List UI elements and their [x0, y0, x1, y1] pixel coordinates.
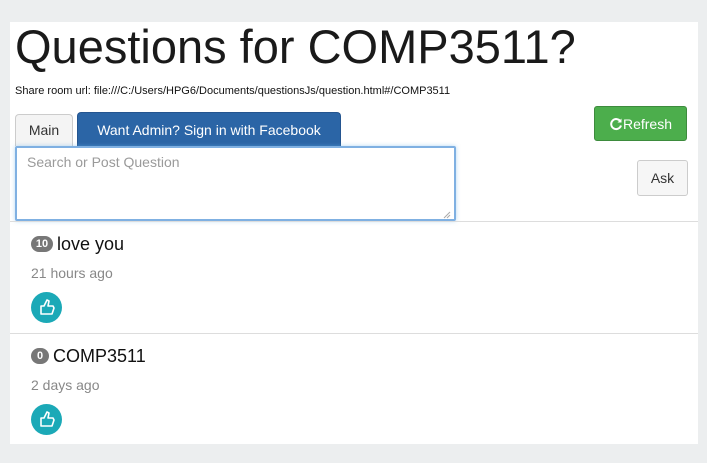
page-title: Questions for COMP3511? — [15, 22, 576, 73]
question-header: 10 love you — [31, 234, 124, 255]
share-label: Share room url: — [15, 85, 91, 97]
question-header: 0 COMP3511 — [31, 346, 146, 367]
resize-grip-icon[interactable] — [443, 211, 451, 219]
thumbs-up-icon — [40, 299, 55, 315]
refresh-icon — [609, 109, 623, 130]
app-frame: Questions for COMP3511? Share room url: … — [10, 22, 698, 444]
vote-count-badge: 10 — [31, 236, 53, 252]
like-button[interactable] — [31, 292, 62, 323]
question-text: love you — [57, 234, 125, 254]
question-text: COMP3511 — [53, 346, 146, 366]
refresh-button[interactable]: Refresh — [594, 106, 687, 141]
tab-main[interactable]: Main — [15, 114, 73, 146]
question-timestamp: 2 days ago — [31, 377, 100, 393]
like-button[interactable] — [31, 404, 62, 435]
vote-count-badge: 0 — [31, 348, 49, 364]
question-timestamp: 21 hours ago — [31, 265, 113, 281]
facebook-sign-in-button[interactable]: Want Admin? Sign in with Facebook — [77, 112, 341, 146]
divider — [10, 333, 698, 334]
share-room-url: Share room url: file:///C:/Users/HPG6/Do… — [15, 85, 450, 97]
share-url: file:///C:/Users/HPG6/Documents/question… — [93, 85, 451, 97]
refresh-label: Refresh — [622, 116, 673, 132]
ask-button[interactable]: Ask — [637, 160, 688, 196]
search-input[interactable] — [15, 146, 456, 221]
thumbs-up-icon — [40, 411, 55, 427]
divider — [10, 221, 698, 222]
